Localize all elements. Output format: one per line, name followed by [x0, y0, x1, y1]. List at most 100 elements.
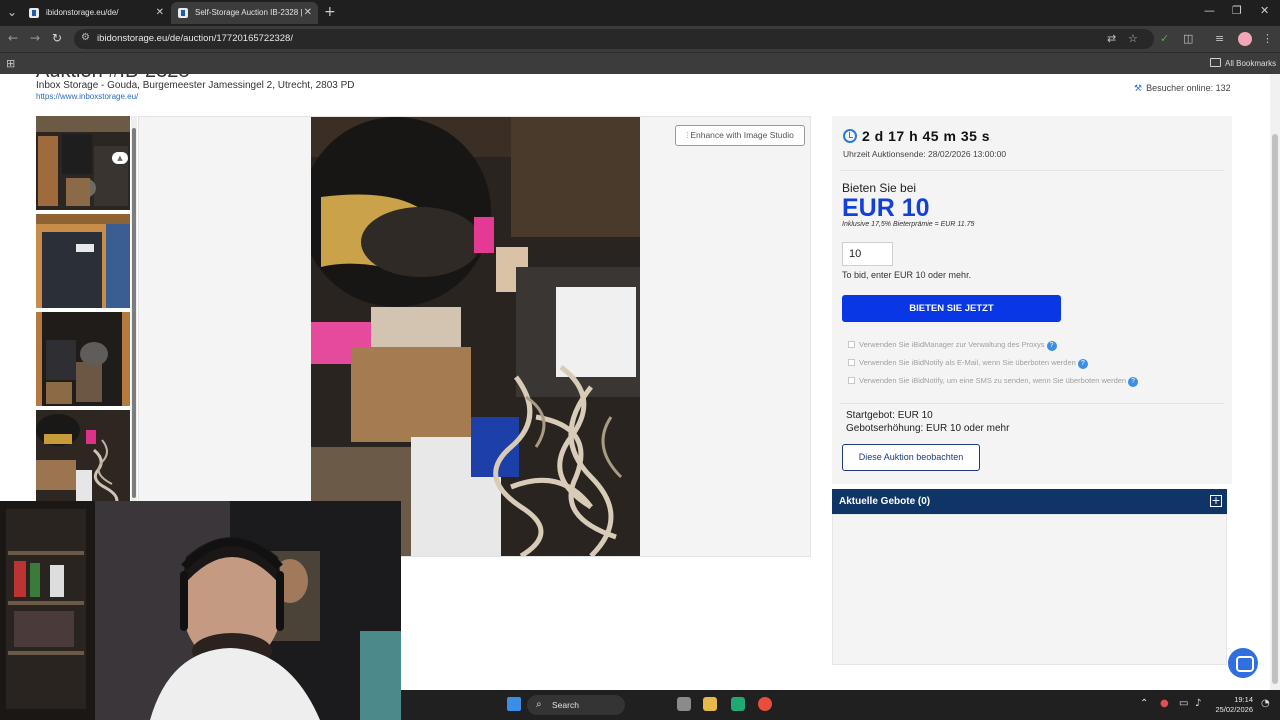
- bid-amount: EUR 10: [842, 194, 930, 222]
- windows-start-icon[interactable]: [507, 697, 521, 711]
- option-ibidnotify-sms[interactable]: Verwenden Sie iBidNotify, um eine SMS zu…: [848, 376, 1139, 387]
- new-tab-button[interactable]: +: [324, 4, 336, 20]
- visitors-online-text: Besucher online: 132: [1146, 83, 1231, 93]
- bid-hint: To bid, enter EUR 10 oder mehr.: [842, 270, 972, 280]
- help-icon[interactable]: ?: [1046, 341, 1057, 351]
- thumbnail-scrollbar-thumb[interactable]: [132, 128, 136, 498]
- buyer-premium-note: Inklusive 17,5% Bieterprämie = EUR 11.75: [842, 221, 975, 228]
- extensions-puzzle-icon[interactable]: ◫: [1183, 32, 1193, 45]
- site-favicon-icon: [29, 8, 39, 18]
- option-label: Verwenden Sie iBidNotify als E-Mail, wen…: [859, 358, 1076, 367]
- taskbar-search-label: Search: [552, 700, 579, 710]
- divider: [840, 403, 1224, 404]
- microphone-icon[interactable]: ●: [1160, 698, 1169, 709]
- enhance-label: Enhance with Image Studio: [690, 130, 794, 140]
- media-control-icon[interactable]: ≡: [1215, 32, 1224, 45]
- taskbar-search[interactable]: ⌕ Search: [527, 695, 625, 715]
- main-auction-photo[interactable]: [311, 117, 640, 556]
- current-bids-list: [832, 514, 1227, 665]
- notifications-icon[interactable]: ◔: [1261, 698, 1270, 709]
- minimize-icon[interactable]: —: [1204, 4, 1215, 17]
- url-text[interactable]: ibidonstorage.eu/de/auction/177201657223…: [97, 33, 293, 44]
- maximize-icon[interactable]: ❐: [1232, 4, 1242, 17]
- tab-self-storage-auction[interactable]: Self-Storage Auction IB-2328 | ✕: [171, 2, 318, 24]
- tab-close-icon[interactable]: ✕: [156, 2, 164, 24]
- expand-plus-icon[interactable]: +: [1210, 495, 1222, 507]
- task-view-icon[interactable]: [677, 697, 691, 711]
- tab-close-icon[interactable]: ✕: [304, 2, 312, 24]
- tab-ibidonstorage[interactable]: ibidonstorage.eu/de/ ✕: [22, 2, 170, 24]
- profile-avatar[interactable]: [1238, 32, 1252, 46]
- all-bookmarks-button[interactable]: All Bookmarks: [1210, 58, 1276, 68]
- bookmarks-bar: ⊞ All Bookmarks: [0, 52, 1280, 74]
- bid-increment: Gebotserhöhung: EUR 10 oder mehr: [846, 423, 1010, 434]
- site-info-icon[interactable]: ⚙: [81, 32, 90, 43]
- divider: [840, 170, 1224, 171]
- clock-date: 25/02/2026: [1215, 705, 1253, 714]
- current-bids-label: Aktuelle Gebote (0): [839, 496, 931, 507]
- option-ibidmanager[interactable]: Verwenden Sie iBidManager zur Verwaltung…: [848, 340, 1057, 351]
- enhance-image-studio-button[interactable]: ⫶ Enhance with Image Studio: [675, 125, 805, 146]
- thumbnail-image[interactable]: [36, 410, 130, 501]
- translate-icon[interactable]: ⇄: [1107, 32, 1116, 45]
- thumbnail-scroll-up-icon[interactable]: ▲: [112, 152, 128, 164]
- gavel-icon: ⚒: [1134, 84, 1143, 94]
- thumbnail-image[interactable]: [36, 214, 130, 308]
- chat-support-icon[interactable]: [1228, 648, 1258, 678]
- clock-time: 19:14: [1234, 695, 1253, 704]
- thumbnail-scrollbar[interactable]: [131, 116, 137, 501]
- page-scrollbar-thumb[interactable]: [1272, 134, 1278, 684]
- sliders-icon: ⫶: [686, 131, 689, 141]
- reload-icon[interactable]: ↻: [52, 31, 62, 45]
- volume-icon[interactable]: ♪: [1195, 698, 1201, 709]
- clock-icon: [843, 129, 857, 143]
- starting-bid: Startgebot: EUR 10: [846, 410, 933, 421]
- apps-grid-icon[interactable]: ⊞: [6, 57, 15, 70]
- help-icon[interactable]: ?: [1128, 377, 1139, 387]
- bookmark-star-icon[interactable]: ☆: [1128, 32, 1138, 45]
- option-label: Verwenden Sie iBidNotify, um eine SMS zu…: [859, 376, 1127, 385]
- watch-auction-button[interactable]: Diese Auktion beobachten: [842, 444, 980, 471]
- checkbox[interactable]: [848, 341, 855, 348]
- app-icon[interactable]: [731, 697, 745, 711]
- webcam-overlay: [0, 501, 401, 720]
- browser-menu-icon[interactable]: ⋮: [1262, 32, 1273, 45]
- option-ibidnotify-email[interactable]: Verwenden Sie iBidNotify als E-Mail, wen…: [848, 358, 1088, 369]
- help-icon[interactable]: ?: [1077, 359, 1088, 369]
- auction-end-time: Uhrzeit Auktionsende: 28/02/2026 13:00:0…: [843, 149, 1007, 159]
- facility-link[interactable]: https://www.inboxstorage.eu/: [36, 92, 138, 101]
- windows-taskbar: ⌕ Search ⌃ ● ▭ ♪ 19:14 25/02/2026 ◔: [401, 690, 1280, 720]
- page-scrollbar[interactable]: [1270, 74, 1280, 690]
- window-close-icon[interactable]: ✕: [1260, 4, 1269, 17]
- storage-address: Inbox Storage - Gouda, Burgemeester Jame…: [36, 80, 355, 91]
- countdown-timer: 2 d 17 h 45 m 35 s: [862, 128, 991, 144]
- tab-title: ibidonstorage.eu/de/: [46, 8, 119, 17]
- browser-tab-strip: ⌄ ibidonstorage.eu/de/ ✕ Self-Storage Au…: [0, 0, 1280, 26]
- browser-toolbar: ← → ↻ ⚙ ibidonstorage.eu/de/auction/1772…: [0, 26, 1280, 52]
- tab-search-chevron-icon[interactable]: ⌄: [5, 4, 19, 20]
- system-clock[interactable]: 19:14 25/02/2026: [1213, 695, 1253, 715]
- thumbnail-image[interactable]: [36, 312, 130, 406]
- current-bids-header[interactable]: Aktuelle Gebote (0) +: [832, 489, 1227, 514]
- thumbnail-list: ▲: [36, 116, 132, 501]
- tray-chevron-icon[interactable]: ⌃: [1140, 698, 1148, 709]
- extension-check-icon[interactable]: ✓: [1160, 32, 1169, 45]
- bid-panel: 2 d 17 h 45 m 35 s Uhrzeit Auktionsende:…: [832, 116, 1232, 484]
- chrome-icon[interactable]: [758, 697, 772, 711]
- bid-at-label: Bieten Sie bei: [842, 181, 917, 195]
- network-icon[interactable]: ▭: [1179, 698, 1188, 709]
- image-viewer: ⫶ Enhance with Image Studio: [138, 116, 811, 557]
- visitors-online: ⚒ Besucher online: 132: [1134, 83, 1231, 94]
- back-arrow-icon[interactable]: ←: [8, 31, 18, 45]
- option-label: Verwenden Sie iBidManager zur Verwaltung…: [859, 340, 1045, 349]
- address-bar[interactable]: ⚙ ibidonstorage.eu/de/auction/1772016572…: [74, 29, 1154, 49]
- site-favicon-icon: [178, 8, 188, 18]
- file-explorer-icon[interactable]: [703, 697, 717, 711]
- checkbox[interactable]: [848, 359, 855, 366]
- bid-now-button[interactable]: BIETEN SIE JETZT: [842, 295, 1061, 322]
- tab-title: Self-Storage Auction IB-2328 |: [195, 8, 303, 17]
- forward-arrow-icon[interactable]: →: [30, 31, 40, 45]
- bid-amount-input[interactable]: [842, 242, 893, 266]
- search-icon: ⌕: [536, 699, 542, 710]
- checkbox[interactable]: [848, 377, 855, 384]
